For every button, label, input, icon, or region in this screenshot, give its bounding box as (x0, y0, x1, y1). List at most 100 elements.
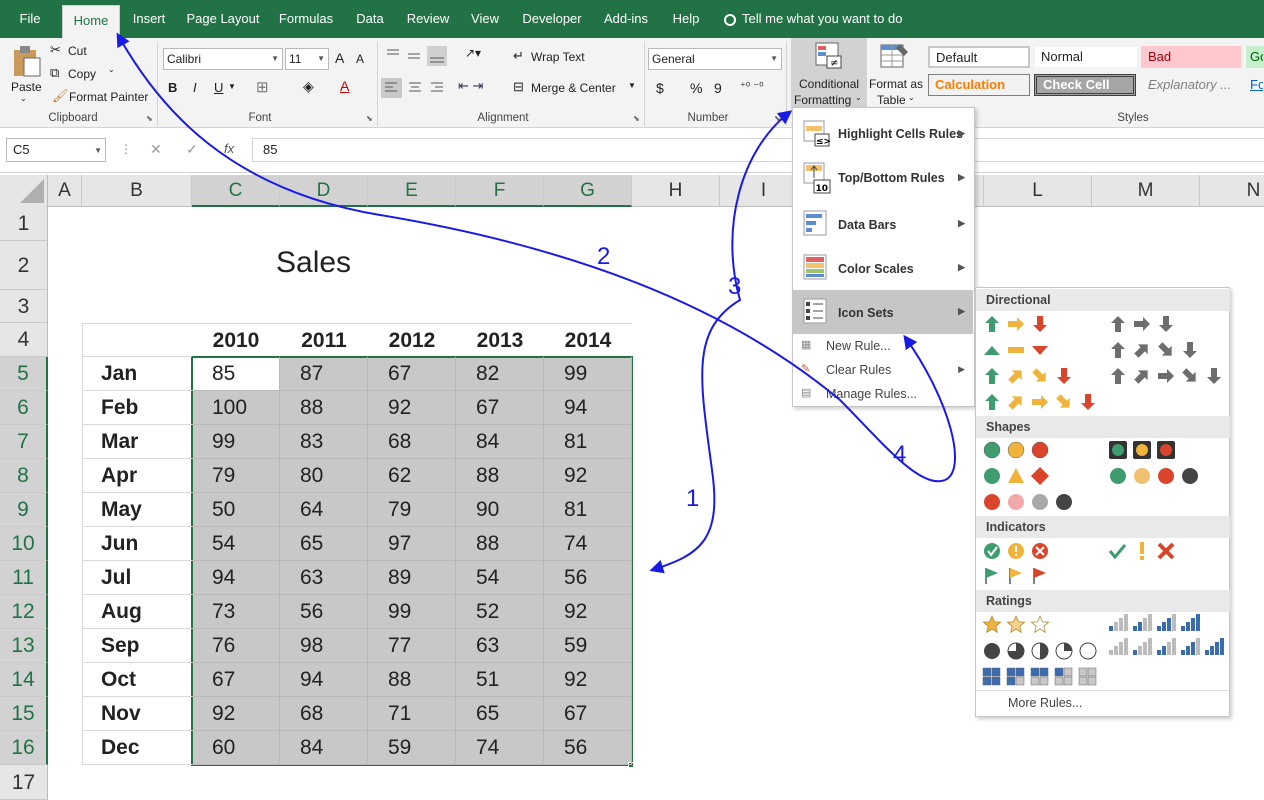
borders-icon[interactable]: ⊞ (256, 78, 269, 96)
data-cell[interactable]: 56 (280, 595, 368, 629)
data-cell[interactable]: 51 (456, 663, 544, 697)
month-label[interactable]: Aug (82, 595, 192, 629)
dialog-launcher-icon[interactable]: ⬊ (633, 114, 640, 123)
style-default[interactable]: Default (928, 46, 1030, 68)
tab-data[interactable]: Data (344, 0, 396, 38)
column-header-m[interactable]: M (1092, 175, 1200, 207)
data-cell[interactable]: 92 (544, 595, 632, 629)
dialog-launcher-icon[interactable]: ⬊ (774, 114, 781, 123)
tell-me-box[interactable]: Tell me what you want to do (724, 0, 914, 38)
row-header-12[interactable]: 12 (0, 595, 48, 629)
tab-add-ins[interactable]: Add-ins (594, 0, 658, 38)
select-all-button[interactable] (0, 175, 48, 207)
month-label[interactable]: Apr (82, 459, 192, 493)
tab-developer[interactable]: Developer (512, 0, 592, 38)
percent-button[interactable]: % (690, 80, 702, 96)
row-header-13[interactable]: 13 (0, 629, 48, 663)
chevron-down-icon[interactable]: ▼ (628, 81, 636, 90)
more-rules-link[interactable]: More Rules... (1008, 696, 1082, 710)
row-header-9[interactable]: 9 (0, 493, 48, 527)
month-label[interactable]: Oct (82, 663, 192, 697)
data-cell[interactable]: 56 (544, 731, 632, 765)
data-cell[interactable]: 81 (544, 425, 632, 459)
style-good[interactable]: Go (1246, 46, 1264, 68)
menu-item-clear-rules[interactable]: ✎ Clear Rules ▶ (793, 360, 973, 382)
indent-icons[interactable]: ⇤ ⇥ (458, 78, 483, 94)
column-header-n[interactable]: N (1200, 175, 1264, 207)
data-cell[interactable]: 89 (368, 561, 456, 595)
month-label[interactable]: Jul (82, 561, 192, 595)
month-label[interactable]: Dec (82, 731, 192, 765)
orientation-icon[interactable]: ↗▾ (465, 46, 481, 60)
year-header[interactable]: 2014 (544, 325, 632, 357)
month-label[interactable]: Jun (82, 527, 192, 561)
data-cell[interactable]: 64 (280, 493, 368, 527)
data-cell[interactable]: 59 (544, 629, 632, 663)
number-format-select[interactable]: General ▼ (648, 48, 782, 70)
data-cell[interactable]: 79 (368, 493, 456, 527)
data-cell[interactable]: 99 (368, 595, 456, 629)
month-label[interactable]: Nov (82, 697, 192, 731)
grow-font-button[interactable]: A (335, 50, 344, 66)
menu-item-data-bars[interactable]: Data Bars ▶ (793, 204, 973, 244)
data-cell[interactable]: 84 (456, 425, 544, 459)
data-cell[interactable]: 92 (544, 663, 632, 697)
tab-help[interactable]: Help (660, 0, 712, 38)
tab-review[interactable]: Review (398, 0, 458, 38)
data-cell[interactable]: 50 (192, 493, 280, 527)
month-label[interactable]: Feb (82, 391, 192, 425)
decimal-icons[interactable]: ⁺⁰ ⁻⁰ (740, 80, 764, 93)
italic-button[interactable]: I (193, 80, 197, 95)
column-header-l[interactable]: L (984, 175, 1092, 207)
column-header-b[interactable]: B (82, 175, 192, 207)
menu-item-color-scales[interactable]: Color Scales ▶ (793, 248, 973, 288)
name-box[interactable]: C5 ▼ (6, 138, 106, 162)
tab-formulas[interactable]: Formulas (270, 0, 342, 38)
data-cell[interactable]: 54 (192, 527, 280, 561)
menu-item-manage-rules[interactable]: ▤ Manage Rules... (793, 384, 973, 406)
data-cell[interactable]: 76 (192, 629, 280, 663)
style-explanatory[interactable]: Explanatory ... (1141, 74, 1241, 96)
data-cell[interactable]: 59 (368, 731, 456, 765)
data-cell[interactable]: 52 (456, 595, 544, 629)
row-header-2[interactable]: 2 (0, 241, 48, 290)
row-header-8[interactable]: 8 (0, 459, 48, 493)
cancel-icon[interactable]: ✕ (150, 141, 162, 158)
format-painter-button[interactable]: 🖌 Format Painter (50, 87, 150, 107)
tab-file[interactable]: File (0, 0, 60, 38)
bold-button[interactable]: B (168, 80, 177, 95)
data-cell[interactable]: 74 (544, 527, 632, 561)
data-cell[interactable]: 99 (544, 357, 632, 391)
data-cell[interactable]: 97 (368, 527, 456, 561)
format-as-table-button[interactable]: Format as Table ⌄ (868, 38, 924, 109)
data-cell[interactable]: 92 (544, 459, 632, 493)
menu-item-icon-sets[interactable]: Icon Sets ▶ (793, 290, 973, 334)
style-check-cell[interactable]: Check Cell (1034, 74, 1136, 96)
data-cell[interactable]: 88 (456, 527, 544, 561)
tab-view[interactable]: View (460, 0, 510, 38)
cut-button[interactable]: ✂ Cut (50, 41, 110, 61)
data-cell[interactable]: 73 (192, 595, 280, 629)
insert-function-button[interactable]: fx (224, 141, 234, 156)
data-cell[interactable]: 100 (192, 391, 280, 425)
dialog-launcher-icon[interactable]: ⬊ (366, 114, 373, 123)
data-cell[interactable]: 98 (280, 629, 368, 663)
data-cell[interactable]: 83 (280, 425, 368, 459)
month-label[interactable]: Mar (82, 425, 192, 459)
month-label[interactable]: Sep (82, 629, 192, 663)
data-cell[interactable]: 67 (368, 357, 456, 391)
font-name-select[interactable]: Calibri ▼ (163, 48, 283, 70)
row-header-10[interactable]: 10 (0, 527, 48, 561)
data-cell[interactable]: 74 (456, 731, 544, 765)
data-cell[interactable]: 65 (456, 697, 544, 731)
style-normal[interactable]: Normal (1034, 46, 1138, 68)
tab-insert[interactable]: Insert (122, 0, 176, 38)
column-header-g[interactable]: G (544, 175, 632, 207)
copy-button[interactable]: ⧉ Copy ⌄ (50, 64, 120, 84)
column-header-d[interactable]: D (280, 175, 368, 207)
paste-button[interactable]: Paste ⌄ (6, 42, 46, 103)
data-cell[interactable]: 56 (544, 561, 632, 595)
menu-item-new-rule[interactable]: ▦ New Rule... (793, 336, 973, 358)
data-cell[interactable]: 92 (368, 391, 456, 425)
data-cell[interactable]: 85 (192, 357, 280, 391)
